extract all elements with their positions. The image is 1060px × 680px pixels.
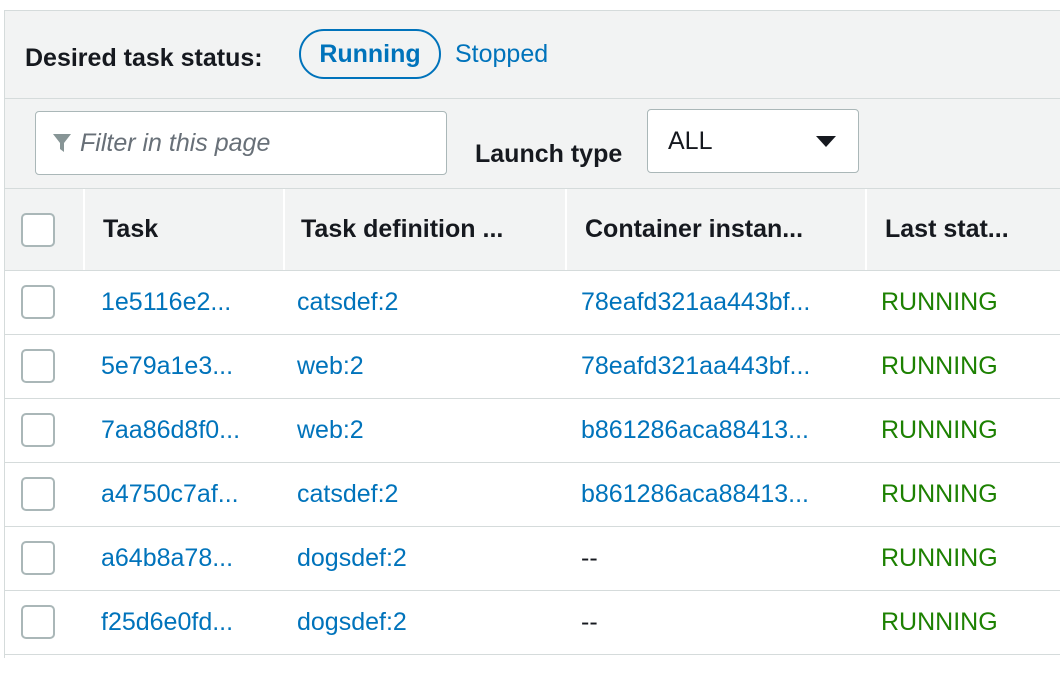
- task-definition-link[interactable]: catsdef:2: [297, 463, 398, 526]
- row-checkbox[interactable]: [21, 413, 55, 447]
- status-running-button[interactable]: Running: [299, 29, 441, 79]
- last-status: RUNNING: [881, 416, 998, 444]
- task-definition-link[interactable]: web:2: [297, 399, 364, 462]
- row-checkbox[interactable]: [21, 605, 55, 639]
- launch-type-select[interactable]: ALL: [647, 109, 859, 173]
- column-header-task-definition[interactable]: Task definition ...: [301, 189, 503, 270]
- column-divider: [565, 189, 567, 270]
- task-id-link[interactable]: 7aa86d8f0...: [101, 399, 240, 462]
- column-header-task[interactable]: Task: [103, 189, 158, 270]
- column-divider: [83, 189, 85, 270]
- last-status: RUNNING: [881, 544, 998, 572]
- column-divider: [865, 189, 867, 270]
- table-row: a64b8a78... dogsdef:2 -- RUNNING: [5, 527, 1060, 591]
- column-header-last-status[interactable]: Last stat...: [885, 189, 1009, 270]
- task-definition-link[interactable]: dogsdef:2: [297, 591, 407, 654]
- last-status: RUNNING: [881, 608, 998, 636]
- container-instance-empty: --: [581, 608, 598, 636]
- launch-type-value: ALL: [668, 127, 713, 155]
- last-status: RUNNING: [881, 352, 998, 380]
- launch-type-label: Launch type: [475, 140, 623, 168]
- row-checkbox[interactable]: [21, 285, 55, 319]
- table-row: 1e5116e2... catsdef:2 78eafd321aa443bf..…: [5, 271, 1060, 335]
- task-id-link[interactable]: 1e5116e2...: [101, 271, 231, 334]
- row-checkbox[interactable]: [21, 477, 55, 511]
- table-row: f25d6e0fd... dogsdef:2 -- RUNNING: [5, 591, 1060, 655]
- task-id-link[interactable]: f25d6e0fd...: [101, 591, 233, 654]
- container-instance-link[interactable]: b861286aca88413...: [581, 463, 809, 526]
- table-row: a4750c7af... catsdef:2 b861286aca88413..…: [5, 463, 1060, 527]
- task-id-link[interactable]: a64b8a78...: [101, 527, 233, 590]
- status-stopped-link[interactable]: Stopped: [455, 39, 548, 69]
- desired-status-bar: Desired task status: Running Stopped: [5, 11, 1060, 99]
- task-definition-link[interactable]: catsdef:2: [297, 271, 398, 334]
- task-definition-link[interactable]: dogsdef:2: [297, 527, 407, 590]
- row-checkbox[interactable]: [21, 349, 55, 383]
- table-row: 7aa86d8f0... web:2 b861286aca88413... RU…: [5, 399, 1060, 463]
- row-checkbox[interactable]: [21, 541, 55, 575]
- task-id-link[interactable]: 5e79a1e3...: [101, 335, 233, 398]
- task-id-link[interactable]: a4750c7af...: [101, 463, 239, 526]
- container-instance-empty: --: [581, 544, 598, 572]
- select-all-checkbox[interactable]: [21, 213, 55, 247]
- filter-bar: Filter in this page Launch type ALL: [5, 99, 1060, 189]
- filter-input[interactable]: Filter in this page: [35, 111, 447, 175]
- container-instance-link[interactable]: b861286aca88413...: [581, 399, 809, 462]
- task-definition-link[interactable]: web:2: [297, 335, 364, 398]
- container-instance-link[interactable]: 78eafd321aa443bf...: [581, 335, 810, 398]
- container-instance-link[interactable]: 78eafd321aa443bf...: [581, 271, 810, 334]
- last-status: RUNNING: [881, 480, 998, 508]
- table-header: Task Task definition ... Container insta…: [5, 189, 1060, 271]
- desired-status-label: Desired task status:: [25, 44, 263, 72]
- column-divider: [283, 189, 285, 270]
- funnel-icon: [53, 134, 71, 152]
- tasks-panel: Desired task status: Running Stopped Fil…: [4, 10, 1060, 658]
- table-row: 5e79a1e3... web:2 78eafd321aa443bf... RU…: [5, 335, 1060, 399]
- caret-down-icon: [816, 136, 836, 147]
- last-status: RUNNING: [881, 288, 998, 316]
- column-header-container-instance[interactable]: Container instan...: [585, 189, 803, 270]
- filter-placeholder: Filter in this page: [80, 129, 271, 157]
